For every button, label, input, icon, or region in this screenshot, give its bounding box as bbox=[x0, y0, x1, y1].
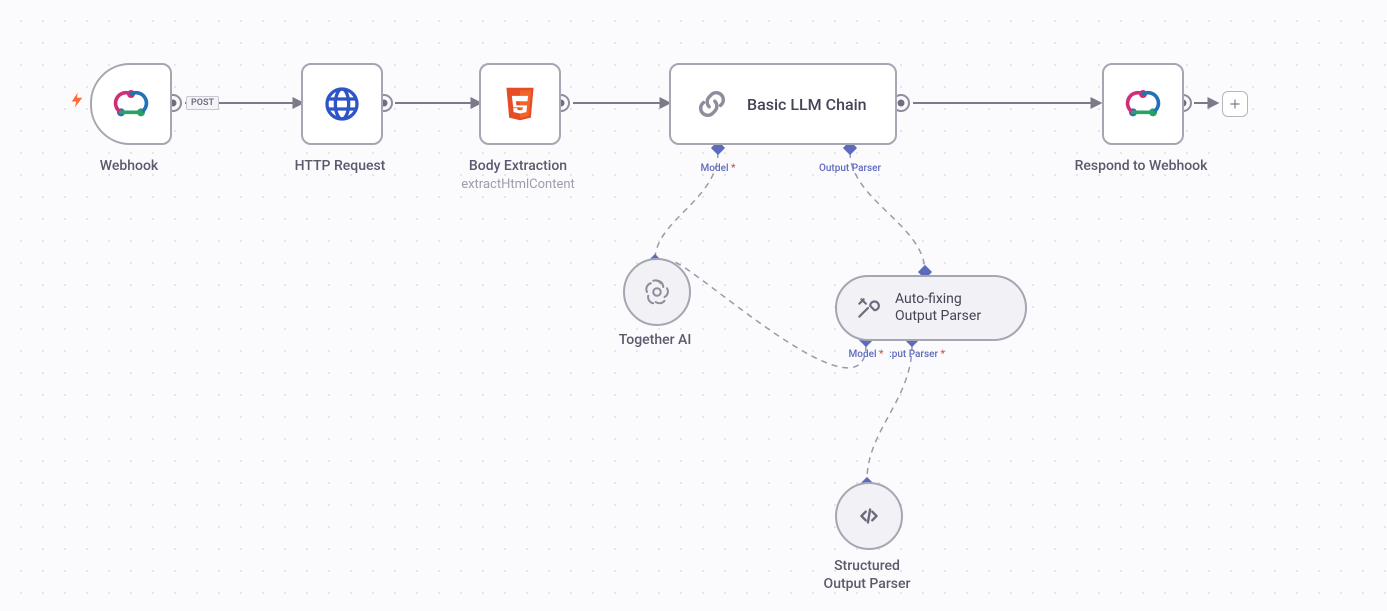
globe-icon bbox=[322, 84, 362, 124]
node-body-extraction-subtitle: extractHtmlContent bbox=[461, 177, 575, 192]
node-together-ai-label: Together AI bbox=[619, 332, 692, 348]
node-body-extraction[interactable] bbox=[479, 63, 561, 145]
openai-swirl-icon bbox=[642, 277, 672, 307]
node-respond-to-webhook[interactable] bbox=[1102, 63, 1184, 145]
node-http-request[interactable] bbox=[301, 63, 383, 145]
chain-link-icon bbox=[695, 87, 729, 121]
code-brackets-icon bbox=[856, 503, 882, 529]
node-structured-output-parser[interactable] bbox=[835, 482, 903, 550]
node-structured-output-parser-label: Structured Output Parser bbox=[824, 557, 911, 593]
webhook-icon bbox=[111, 84, 151, 124]
llm-port-output-parser: Output Parser bbox=[819, 163, 881, 174]
node-together-ai[interactable] bbox=[623, 258, 691, 326]
add-node-button[interactable] bbox=[1222, 91, 1248, 117]
trigger-bolt-icon bbox=[68, 88, 86, 117]
node-autofixing-output-parser[interactable]: Auto-fixing Output Parser bbox=[835, 275, 1027, 341]
node-webhook-label: Webhook bbox=[100, 158, 158, 174]
autofix-port-model: Model * bbox=[849, 349, 884, 360]
node-autofixing-label: Auto-fixing Output Parser bbox=[895, 291, 981, 325]
node-basic-llm-chain[interactable]: Basic LLM Chain bbox=[669, 63, 897, 145]
wrench-screwdriver-icon bbox=[855, 295, 881, 321]
webhook-method-badge: POST bbox=[186, 96, 219, 110]
node-body-extraction-label: Body Extraction bbox=[469, 158, 567, 174]
node-respond-to-webhook-label: Respond to Webhook bbox=[1075, 158, 1208, 174]
html5-icon bbox=[503, 85, 537, 123]
plus-icon bbox=[1228, 97, 1242, 111]
node-basic-llm-chain-label: Basic LLM Chain bbox=[747, 95, 867, 114]
node-http-request-label: HTTP Request bbox=[295, 158, 386, 174]
node-webhook[interactable] bbox=[90, 63, 172, 145]
webhook-icon bbox=[1123, 84, 1163, 124]
llm-port-model: Model * bbox=[701, 163, 736, 174]
autofix-port-parser: :put Parser * bbox=[889, 349, 945, 360]
